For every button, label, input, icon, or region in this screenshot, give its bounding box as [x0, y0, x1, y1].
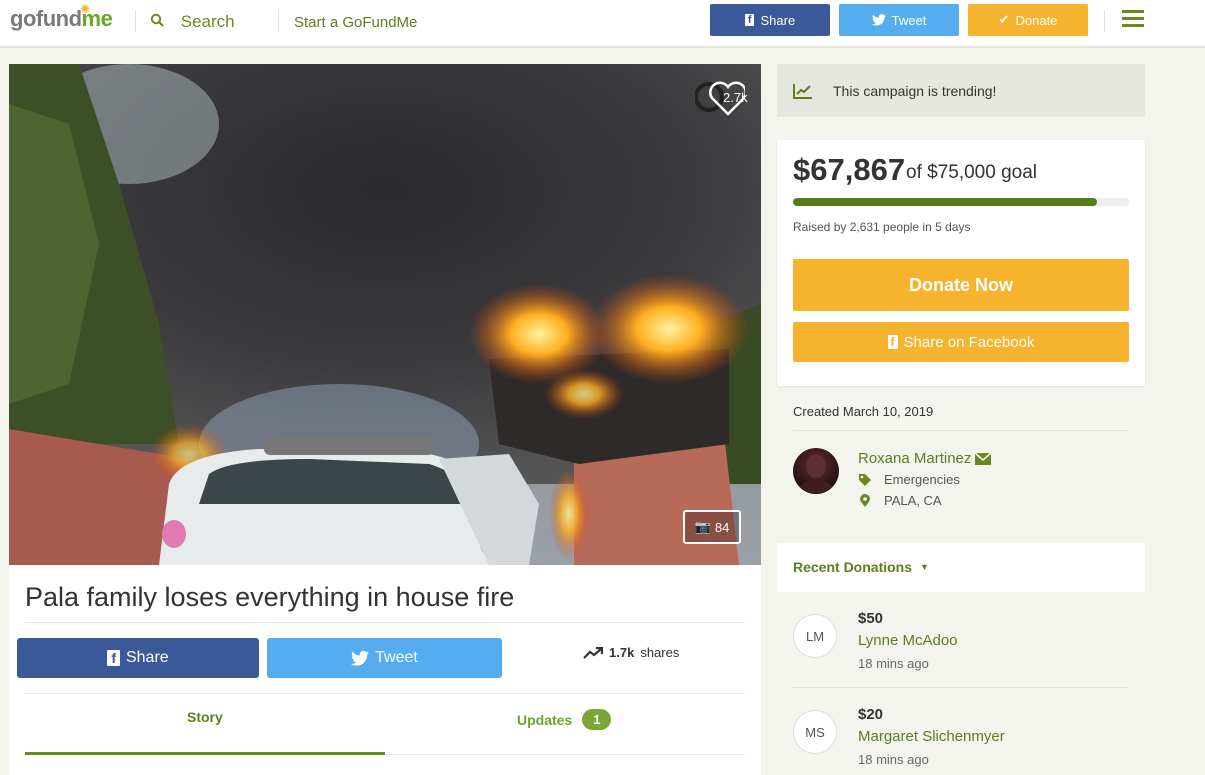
sun-icon: ✺	[80, 2, 90, 16]
donation-time: 18 mins ago	[858, 752, 929, 767]
header-donate-button[interactable]: ✔ Donate	[968, 4, 1088, 36]
search-label: Search	[180, 12, 235, 31]
raised-by-text: Raised by 2,631 people in 5 days	[793, 220, 971, 234]
campaign-title: Pala family loses everything in house fi…	[25, 582, 515, 612]
donor-initials: MS	[793, 710, 837, 754]
photo-count: 84	[714, 519, 730, 535]
tag-icon	[859, 473, 871, 486]
trending-banner: This campaign is trending!	[777, 64, 1145, 117]
header-tweet-button[interactable]: Tweet	[839, 4, 959, 36]
tab-updates[interactable]: Updates 1	[517, 709, 612, 730]
share-on-facebook-label: Share on Facebook	[903, 333, 1035, 351]
donate-label: Donate	[1015, 12, 1058, 28]
divider	[25, 622, 745, 623]
heart-count: 2.7k	[723, 90, 748, 105]
hamburger-menu-icon[interactable]	[1122, 10, 1144, 28]
share-on-facebook-button[interactable]: f Share on Facebook	[793, 322, 1129, 362]
active-tab-indicator	[25, 752, 385, 755]
tab-updates-label: Updates	[517, 711, 573, 728]
twitter-icon	[351, 650, 370, 666]
organizer-name-label: Roxana Martinez	[858, 450, 972, 467]
divider	[793, 430, 1129, 431]
donation-item: LM $50 Lynne McAdoo 18 mins ago	[793, 610, 1145, 690]
search-icon	[150, 13, 164, 27]
facebook-icon: f	[887, 335, 898, 349]
donor-name: Lynne McAdoo	[858, 632, 958, 649]
trending-text: This campaign is trending!	[833, 82, 997, 99]
donate-now-button[interactable]: Donate Now	[793, 259, 1129, 311]
donation-time: 18 mins ago	[858, 656, 929, 671]
search-link[interactable]: Search	[150, 12, 235, 32]
site-header: gofundme ✺ Search Start a GoFundMe f Sha…	[0, 0, 1205, 48]
updates-count-badge: 1	[582, 709, 612, 730]
facebook-icon: f	[744, 14, 755, 26]
twitter-icon	[871, 14, 886, 26]
campaign-hero-image[interactable]: 2.7k 📷 84	[9, 64, 761, 565]
divider	[135, 10, 136, 32]
share-label: Share	[760, 12, 796, 28]
envelope-icon[interactable]	[975, 452, 992, 465]
recent-donations-toggle[interactable]: Recent Donations ▼	[793, 559, 929, 575]
check-icon: ✔	[998, 12, 1010, 27]
favorite-button[interactable]: 2.7k	[695, 78, 748, 118]
facebook-icon: f	[107, 650, 120, 666]
organizer-name[interactable]: Roxana Martinez	[858, 450, 992, 467]
tab-story[interactable]: Story	[187, 709, 223, 725]
avatar-photo	[798, 454, 834, 494]
tweet-label: Tweet	[891, 12, 927, 28]
shares-number: 1.7k	[609, 645, 635, 660]
recent-donations-header[interactable]: Recent Donations ▼	[777, 543, 1145, 592]
created-date: Created March 10, 2019	[793, 404, 934, 419]
divider	[278, 10, 279, 32]
amount-raised: $67,867	[793, 152, 906, 187]
donor-name: Margaret Slichenmyer	[858, 728, 1005, 745]
shares-label: shares	[640, 645, 680, 660]
location-label: PALA, CA	[884, 493, 942, 508]
goal-amount: of $75,000 goal	[906, 162, 1038, 183]
caret-down-icon: ▼	[920, 562, 929, 572]
donation-amount: $50	[858, 610, 884, 627]
campaign-info-card: Pala family loses everything in house fi…	[9, 565, 761, 775]
share-label: Share	[125, 649, 169, 666]
share-count: 1.7k shares	[583, 645, 679, 660]
progress-bar	[793, 198, 1129, 206]
trending-chart-icon	[793, 83, 812, 99]
tweet-button[interactable]: Tweet	[267, 638, 502, 678]
tweet-label: Tweet	[375, 649, 418, 666]
organizer-category[interactable]: Emergencies	[858, 472, 960, 487]
header-share-button[interactable]: f Share	[710, 4, 830, 36]
start-gofundme-link[interactable]: Start a GoFundMe	[294, 14, 417, 31]
donation-item: MS $20 Margaret Slichenmyer 18 mins ago	[793, 706, 1145, 775]
organizer-location: PALA, CA	[858, 493, 942, 508]
gofundme-logo[interactable]: gofundme ✺	[10, 2, 113, 32]
location-pin-icon	[860, 493, 870, 507]
camera-icon: 📷	[694, 519, 711, 534]
donation-progress-card: $67,867 of $75,000 goal Raised by 2,631 …	[777, 140, 1145, 386]
share-facebook-button[interactable]: f Share	[17, 638, 259, 678]
divider	[793, 687, 1129, 688]
photo-gallery-button[interactable]: 📷 84	[683, 510, 741, 544]
trending-up-icon	[583, 646, 603, 659]
organizer-avatar[interactable]	[793, 448, 839, 494]
progress-bar-fill	[793, 198, 1098, 206]
divider	[1104, 10, 1105, 32]
recent-donations-label: Recent Donations	[793, 559, 913, 575]
donor-initials: LM	[793, 614, 837, 658]
fire-photo	[9, 64, 761, 565]
category-label: Emergencies	[884, 472, 960, 487]
divider	[25, 693, 745, 694]
donation-amount: $20	[858, 706, 884, 723]
